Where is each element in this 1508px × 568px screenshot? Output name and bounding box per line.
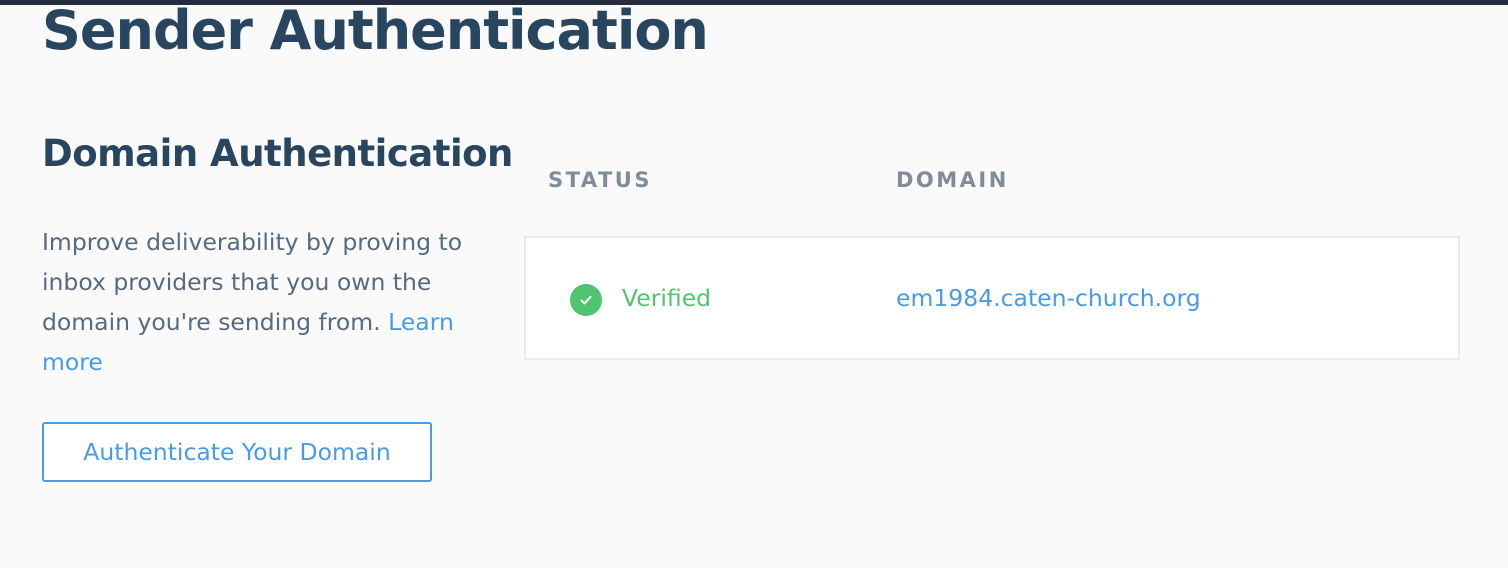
section-title: Domain Authentication [42, 132, 513, 175]
domain-column-header: DOMAIN [896, 168, 1009, 192]
domain-link[interactable]: em1984.caten-church.org [896, 280, 1201, 316]
status-label: Verified [622, 284, 712, 312]
section-description: Improve deliverability by proving to inb… [42, 222, 482, 382]
table-row: Verified em1984.caten-church.org [524, 236, 1460, 360]
status-column-header: STATUS [548, 168, 652, 192]
page-title: Sender Authentication [42, 0, 709, 62]
authenticate-domain-button[interactable]: Authenticate Your Domain [42, 422, 432, 482]
check-circle-icon [570, 284, 602, 316]
